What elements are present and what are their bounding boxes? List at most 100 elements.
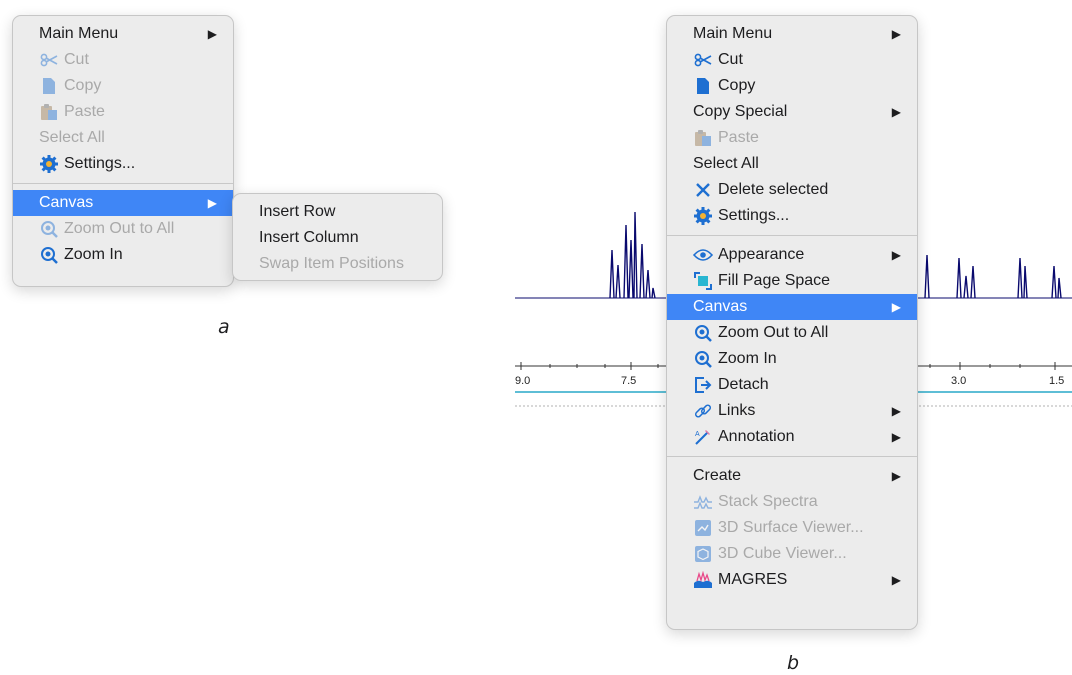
menu-item-swap-item-positions[interactable]: Swap Item Positions — [233, 251, 442, 277]
eye-icon — [693, 245, 713, 265]
menu-item-main-menu[interactable]: Main Menu ▶ — [667, 21, 917, 47]
submenu-arrow-icon: ▶ — [891, 105, 901, 119]
menu-item-label: Copy — [718, 77, 756, 94]
menu-item-label: Main Menu — [39, 25, 119, 42]
menu-item-label: Annotation — [718, 428, 795, 445]
menu-item-stack-spectra[interactable]: Stack Spectra — [667, 489, 917, 515]
menu-item-label: Fill Page Space — [718, 272, 831, 289]
menu-item-label: Canvas — [693, 298, 748, 315]
fill-page-icon — [693, 271, 713, 291]
menu-item-label: Stack Spectra — [718, 493, 818, 510]
menu-item-label: Detach — [718, 376, 769, 393]
context-menu-a: Main Menu ▶ Cut Copy Paste Select All Se… — [12, 15, 234, 287]
submenu-arrow-icon: ▶ — [891, 573, 901, 587]
zoom-in-icon — [693, 349, 713, 369]
menu-item-cut[interactable]: Cut — [13, 47, 233, 73]
menu-item-settings[interactable]: Settings... — [667, 203, 917, 229]
axis-tick-label: 7.5 — [621, 375, 636, 387]
menu-item-magres[interactable]: MAGRES ▶ — [667, 567, 917, 593]
menu-item-label: Delete selected — [718, 181, 829, 198]
menu-item-create[interactable]: Create ▶ — [667, 463, 917, 489]
submenu-arrow-icon: ▶ — [891, 430, 901, 444]
caption-a: a — [218, 316, 230, 338]
x-delete-icon — [693, 180, 713, 200]
menu-item-label: Cut — [718, 51, 743, 68]
menu-item-label: Zoom Out to All — [64, 220, 175, 237]
menu-item-canvas[interactable]: Canvas ▶ — [13, 190, 233, 216]
menu-separator — [667, 235, 917, 236]
menu-item-label: Cut — [64, 51, 89, 68]
gear-icon — [693, 206, 713, 226]
menu-separator — [667, 456, 917, 457]
submenu-arrow-icon: ▶ — [207, 27, 217, 41]
menu-item-settings[interactable]: Settings... — [13, 151, 233, 177]
menu-item-label: Zoom In — [718, 350, 777, 367]
document-icon — [693, 76, 713, 96]
menu-item-zoom-out-all[interactable]: Zoom Out to All — [667, 320, 917, 346]
menu-item-select-all[interactable]: Select All — [667, 151, 917, 177]
submenu-arrow-icon: ▶ — [891, 300, 901, 314]
menu-item-label: Settings... — [718, 207, 790, 224]
axis-tick-label: 1.5 — [1049, 375, 1064, 387]
menu-item-label: Zoom Out to All — [718, 324, 829, 341]
menu-item-insert-row[interactable]: Insert Row — [233, 199, 442, 225]
menu-item-detach[interactable]: Detach — [667, 372, 917, 398]
menu-item-insert-column[interactable]: Insert Column — [233, 225, 442, 251]
submenu-arrow-icon: ▶ — [891, 248, 901, 262]
axis-tick-label: 9.0 — [515, 375, 530, 387]
menu-item-cut[interactable]: Cut — [667, 47, 917, 73]
menu-item-label: Settings... — [64, 155, 136, 172]
menu-item-annotation[interactable]: A Annotation ▶ — [667, 424, 917, 450]
context-menu-b: Main Menu ▶ Cut Copy Copy Special ▶ Past… — [666, 15, 918, 630]
menu-item-label: Copy — [64, 77, 102, 94]
axis-tick-label: 3.0 — [951, 375, 966, 387]
menu-item-copy[interactable]: Copy — [667, 73, 917, 99]
menu-item-label: Create — [693, 467, 742, 484]
submenu-arrow-icon: ▶ — [891, 469, 901, 483]
menu-item-label: MAGRES — [718, 571, 788, 588]
menu-item-links[interactable]: Links ▶ — [667, 398, 917, 424]
menu-item-copy[interactable]: Copy — [13, 73, 233, 99]
menu-item-appearance[interactable]: Appearance ▶ — [667, 242, 917, 268]
menu-item-label: Copy Special — [693, 103, 788, 120]
menu-item-label: Swap Item Positions — [259, 255, 404, 272]
menu-item-label: 3D Surface Viewer... — [718, 519, 864, 536]
menu-item-label: Insert Row — [259, 203, 336, 220]
clipboard-icon — [693, 128, 713, 148]
gear-icon — [39, 154, 59, 174]
detach-icon — [693, 375, 713, 395]
menu-item-3d-cube-viewer[interactable]: 3D Cube Viewer... — [667, 541, 917, 567]
menu-item-paste[interactable]: Paste — [667, 125, 917, 151]
zoom-out-icon — [39, 219, 59, 239]
menu-item-3d-surface-viewer[interactable]: 3D Surface Viewer... — [667, 515, 917, 541]
menu-item-label: 3D Cube Viewer... — [718, 545, 847, 562]
menu-item-label: Main Menu — [693, 25, 773, 42]
menu-item-canvas[interactable]: Canvas ▶ — [667, 294, 917, 320]
menu-item-paste[interactable]: Paste — [13, 99, 233, 125]
document-icon — [39, 76, 59, 96]
magres-icon — [693, 570, 713, 590]
menu-item-label: Select All — [39, 129, 105, 146]
menu-item-zoom-in[interactable]: Zoom In — [13, 242, 233, 268]
submenu-arrow-icon: ▶ — [891, 404, 901, 418]
zoom-out-icon — [693, 323, 713, 343]
canvas-submenu: Insert Row Insert Column Swap Item Posit… — [232, 193, 443, 281]
menu-item-main-menu[interactable]: Main Menu ▶ — [13, 21, 233, 47]
menu-item-delete-selected[interactable]: Delete selected — [667, 177, 917, 203]
menu-item-copy-special[interactable]: Copy Special ▶ — [667, 99, 917, 125]
menu-item-label: Links — [718, 402, 756, 419]
svg-text:A: A — [695, 431, 700, 438]
menu-item-label: Zoom In — [64, 246, 123, 263]
menu-item-fill-page-space[interactable]: Fill Page Space — [667, 268, 917, 294]
submenu-arrow-icon: ▶ — [891, 27, 901, 41]
menu-item-zoom-in[interactable]: Zoom In — [667, 346, 917, 372]
caption-b: b — [787, 652, 800, 674]
zoom-in-icon — [39, 245, 59, 265]
menu-item-zoom-out-all[interactable]: Zoom Out to All — [13, 216, 233, 242]
menu-item-label: Paste — [718, 129, 759, 146]
scissors-icon — [39, 50, 59, 70]
menu-item-select-all[interactable]: Select All — [13, 125, 233, 151]
menu-separator — [13, 183, 233, 184]
clipboard-icon — [39, 102, 59, 122]
stack-spectra-icon — [693, 492, 713, 512]
